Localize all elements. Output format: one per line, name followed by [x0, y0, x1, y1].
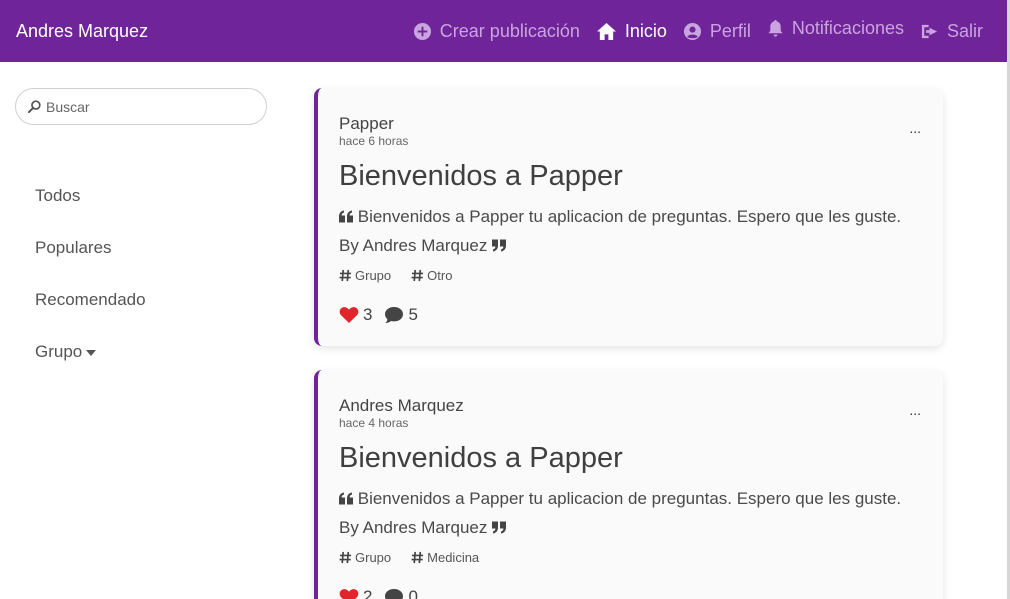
sign-out-icon [921, 24, 938, 38]
sidebar-item-grupo-dropdown[interactable]: Grupo [35, 342, 146, 394]
nav-home-label: Inicio [624, 20, 667, 41]
nav-notifications-label: Notificaciones [791, 17, 904, 38]
search-input[interactable] [46, 98, 246, 115]
post-stats: 3 5 [339, 305, 918, 325]
hashtag-icon [339, 551, 352, 564]
post-card: Andres Marquez hace 4 horas ... Bienveni… [314, 370, 943, 599]
comment-icon [385, 589, 404, 599]
bell-icon [768, 19, 783, 37]
sidebar-item-label: Recomendado [35, 290, 146, 309]
post-time: hace 4 horas [339, 416, 409, 430]
comment-button[interactable]: 5 [384, 305, 418, 325]
hashtag-icon [411, 551, 424, 564]
sidebar-menu: Todos Populares Recomendado Grupo [35, 186, 146, 394]
post-stats: 2 0 [339, 587, 918, 599]
post-tags: Grupo Otro [339, 268, 918, 283]
nav-items: Crear publicación Inicio Perfil Notifica… [413, 18, 991, 42]
post-author[interactable]: Andres Marquez [339, 396, 918, 416]
hashtag-icon [339, 269, 352, 282]
nav-notifications[interactable]: Notificaciones [767, 18, 904, 39]
nav-create-post[interactable]: Crear publicación [413, 21, 580, 42]
caret-down-icon [86, 350, 97, 356]
like-button[interactable]: 3 [339, 305, 372, 325]
top-navbar: Andres Marquez Crear publicación Inicio … [0, 0, 1007, 62]
comment-button[interactable]: 0 [384, 587, 418, 599]
comment-count: 5 [408, 305, 418, 324]
heart-icon [339, 589, 359, 599]
nav-profile-label: Perfil [709, 20, 751, 41]
post-title[interactable]: Bienvenidos a Papper [339, 158, 918, 194]
sidebar-item-label: Grupo [35, 342, 83, 361]
user-circle-icon [683, 22, 701, 40]
like-count: 2 [363, 587, 373, 599]
post-tags: Grupo Medicina [339, 550, 918, 565]
post-tag-label: Grupo [355, 550, 392, 565]
nav-create-post-label: Crear publicación [439, 20, 580, 41]
quote-left-icon [339, 210, 353, 223]
post-title[interactable]: Bienvenidos a Papper [339, 440, 918, 476]
nav-logout-label: Salir [946, 20, 983, 41]
post-author[interactable]: Papper [339, 114, 918, 134]
post-tag[interactable]: Grupo [339, 550, 391, 565]
nav-logout[interactable]: Salir [920, 21, 983, 42]
post-tag-label: Grupo [355, 268, 392, 283]
post-body-text: Bienvenidos a Papper tu aplicacion de pr… [339, 489, 902, 537]
hashtag-icon [411, 269, 424, 282]
post-time: hace 6 horas [339, 134, 409, 148]
post-tag[interactable]: Grupo [339, 268, 391, 283]
post-body: Bienvenidos a Papper tu aplicacion de pr… [339, 484, 918, 542]
post-tag[interactable]: Medicina [411, 550, 479, 565]
brand-name[interactable]: Andres Marquez [16, 21, 148, 42]
nav-profile[interactable]: Perfil [683, 21, 751, 42]
sidebar-item-recomendado[interactable]: Recomendado [35, 290, 146, 342]
home-icon [596, 22, 616, 40]
sidebar-item-populares[interactable]: Populares [35, 238, 146, 290]
quote-right-icon [492, 239, 507, 252]
nav-home[interactable]: Inicio [596, 21, 667, 42]
post-body-text: Bienvenidos a Papper tu aplicacion de pr… [339, 207, 902, 255]
post-tag-label: Otro [427, 268, 453, 283]
sidebar-item-label: Populares [35, 238, 112, 257]
post-tag-label: Medicina [427, 550, 480, 565]
post-tag[interactable]: Otro [411, 268, 452, 283]
quote-right-icon [492, 521, 507, 534]
comment-count: 0 [408, 587, 418, 599]
post-options-button[interactable]: ... [909, 120, 921, 136]
like-count: 3 [363, 305, 373, 324]
sidebar-item-todos[interactable]: Todos [35, 186, 146, 238]
like-button[interactable]: 2 [339, 587, 372, 599]
quote-left-icon [339, 492, 353, 505]
search-icon [28, 100, 41, 113]
post-options-button[interactable]: ... [909, 402, 921, 418]
search-box[interactable] [15, 88, 267, 125]
post-body: Bienvenidos a Papper tu aplicacion de pr… [339, 202, 918, 260]
sidebar-item-label: Todos [35, 186, 81, 205]
plus-circle-icon [413, 22, 431, 40]
post-card: Papper hace 6 horas ... Bienvenidos a Pa… [314, 88, 943, 346]
comment-icon [385, 307, 404, 323]
heart-icon [339, 307, 359, 323]
